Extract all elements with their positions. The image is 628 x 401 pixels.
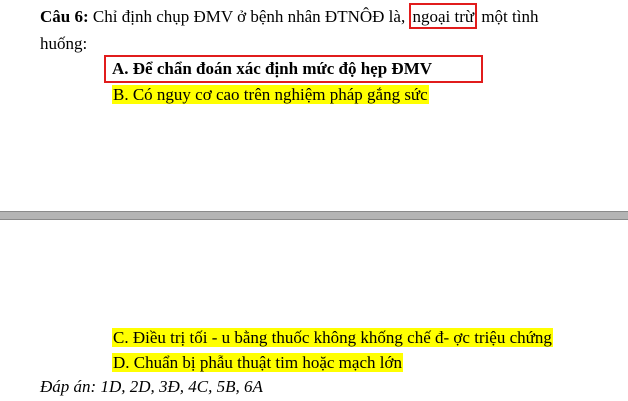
option-b: B. Có nguy cơ cao trên nghiệm pháp gắng …: [112, 84, 429, 106]
option-d: D. Chuẩn bị phẫu thuật tim hoặc mạch lớn: [112, 352, 403, 374]
option-c-text: C. Điều trị tối - u bằng thuốc không khố…: [112, 328, 553, 347]
question-label: Câu 6:: [40, 7, 89, 26]
option-c: C. Điều trị tối - u bằng thuốc không khố…: [112, 327, 553, 349]
question-line-1: Câu 6: Chỉ định chụp ĐMV ở bệnh nhân ĐTN…: [40, 3, 539, 29]
option-d-text: D. Chuẩn bị phẫu thuật tim hoặc mạch lớn: [112, 353, 403, 372]
question-keyword-boxed: ngoại trừ: [409, 3, 478, 29]
option-b-text: B. Có nguy cơ cao trên nghiệm pháp gắng …: [112, 85, 429, 104]
question-text-after: một tình: [477, 7, 539, 26]
option-a-boxed: A. Để chẩn đoán xác định mức độ hẹp ĐMV: [104, 55, 483, 83]
question-line-2: huống:: [40, 34, 88, 53]
answer-key: Đáp án: 1D, 2D, 3Đ, 4C, 5B, 6A: [40, 377, 263, 396]
question-text-before: Chỉ định chụp ĐMV ở bệnh nhân ĐTNÔĐ là,: [88, 7, 410, 26]
page-divider: [0, 211, 628, 220]
